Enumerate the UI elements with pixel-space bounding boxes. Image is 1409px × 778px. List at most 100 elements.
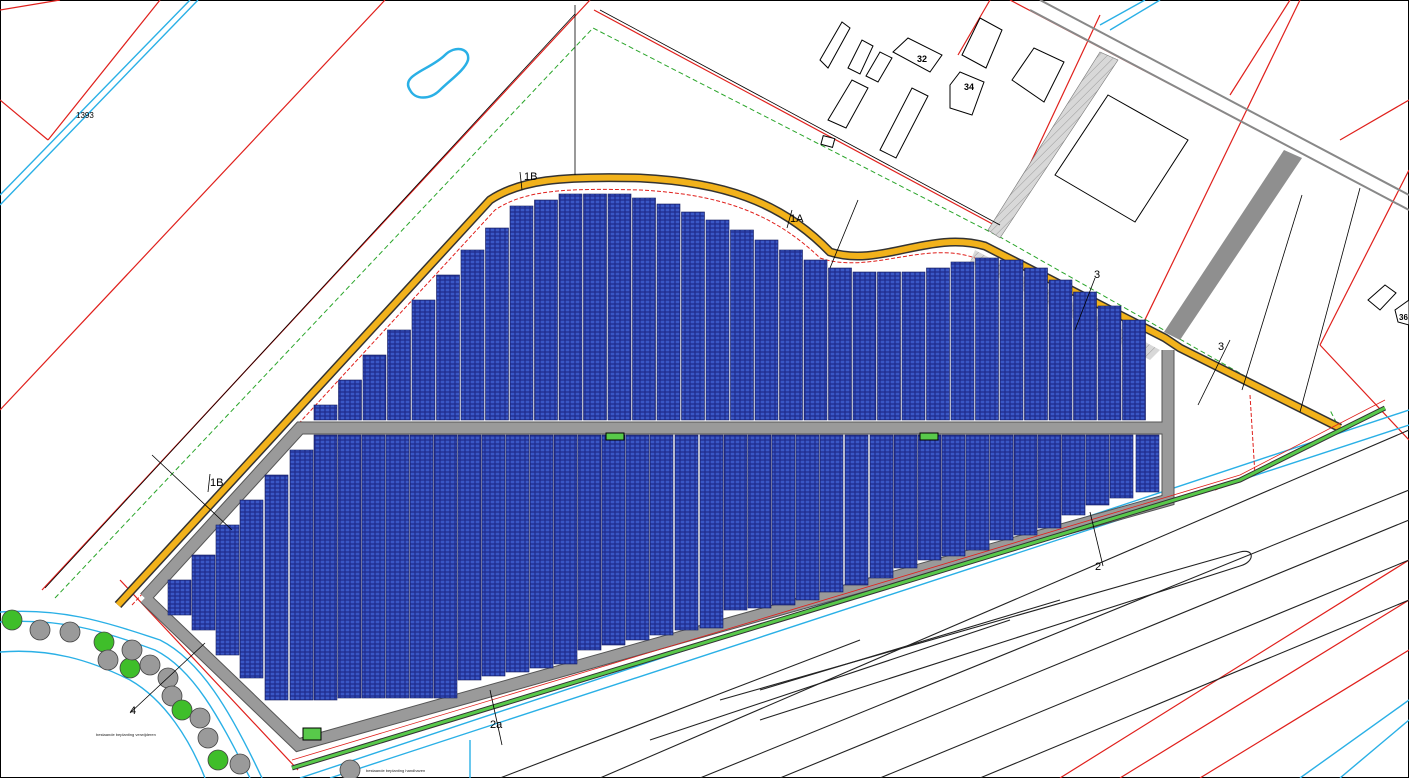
solar-panel-column (505, 434, 530, 673)
solar-panel-column (436, 274, 460, 421)
house-number: 36 (1399, 313, 1408, 322)
solar-panel-column (917, 434, 942, 561)
section-label-2a: 2a (490, 719, 503, 731)
parcel-number: 1393 (76, 111, 94, 120)
solar-panel-column (289, 449, 314, 701)
pond (406, 47, 470, 99)
tree (229, 753, 251, 775)
solar-panel-column (1061, 434, 1086, 516)
solar-panel-column (558, 193, 583, 421)
solar-panel-column (1109, 434, 1134, 499)
tree (29, 619, 51, 641)
tree (119, 657, 141, 679)
section-label-1a: 1A (790, 213, 804, 225)
solar-panel-column (433, 434, 458, 699)
section-label-3: 3 (1094, 269, 1100, 281)
solar-panel-column (989, 434, 1014, 541)
tree (97, 649, 119, 671)
solar-panel-column (819, 434, 844, 593)
solar-panel-column (625, 434, 650, 641)
solar-panel-column (534, 199, 558, 421)
tree (121, 639, 143, 661)
tree (339, 759, 361, 778)
solar-panel-column (965, 434, 990, 551)
solar-panel-column (264, 474, 289, 701)
solar-panel-column (1073, 291, 1097, 421)
solar-panel-column (457, 434, 482, 681)
solar-panel-column (844, 434, 869, 586)
solar-panel-column (167, 579, 192, 616)
solar-panel-column (385, 434, 410, 699)
transformer-station (302, 727, 322, 741)
solar-panel-column (723, 434, 748, 611)
solar-panel-column (460, 249, 485, 421)
tree (139, 654, 161, 676)
tree (189, 707, 211, 729)
solar-panels-south-field (167, 434, 1160, 701)
site-plan-map: 1393 32 34 36 1A 1B 1B 2 2a 3 3 4 bestaa… (0, 0, 1409, 778)
section-label-2: 2 (1095, 561, 1101, 573)
solar-panel-column (1013, 434, 1038, 536)
solar-panel-column (583, 193, 607, 421)
solar-panel-column (313, 434, 338, 701)
solar-panel-column (553, 434, 578, 665)
solar-panels-north-field (313, 193, 1146, 421)
solar-panel-column (803, 259, 828, 421)
solar-panel-column (387, 329, 411, 421)
solar-panel-column (485, 227, 509, 421)
solar-panel-column (481, 434, 506, 677)
solar-panel-column (730, 229, 754, 421)
solar-panel-column (607, 193, 632, 421)
solar-panel-column (239, 499, 264, 679)
solar-panel-column (674, 434, 699, 631)
section-label-3: 3 (1218, 341, 1224, 353)
solar-panel-column (754, 239, 779, 421)
house-number: 34 (964, 82, 974, 92)
solar-panel-column (852, 271, 877, 421)
solar-panel-column (601, 434, 626, 646)
solar-panel-column (1122, 319, 1146, 421)
solar-panel-column (699, 434, 724, 629)
solar-panel-column (338, 379, 362, 421)
solar-panel-column (926, 267, 950, 421)
solar-panel-column (1048, 279, 1073, 421)
site-plan-drawing: 1393 32 34 36 1A 1B 1B 2 2a 3 3 4 bestaa… (0, 0, 1409, 778)
solar-panel-column (681, 211, 705, 421)
solar-panel-column (215, 524, 240, 656)
tree (59, 621, 81, 643)
solar-panel-column (828, 267, 852, 421)
section-label-1b: 1B (210, 477, 223, 489)
solar-panel-column (362, 354, 387, 421)
solar-panel-column (1135, 434, 1160, 493)
solar-panel-column (771, 434, 796, 606)
solar-panel-column (577, 434, 602, 651)
solar-panel-column (649, 434, 674, 636)
access-road-right (1164, 150, 1302, 340)
solar-panel-column (509, 205, 534, 421)
tree (1, 609, 23, 631)
inverter-station (605, 432, 625, 441)
solar-panel-column (941, 434, 966, 557)
solar-panel-column (1037, 434, 1062, 529)
tree (171, 699, 193, 721)
solar-panel-column (411, 299, 436, 421)
inverter-station (919, 432, 939, 441)
section-label-4: 4 (130, 705, 136, 717)
solar-panel-column (1085, 434, 1110, 506)
tree (93, 631, 115, 653)
solar-panel-column (337, 434, 362, 699)
tree (207, 749, 229, 771)
solar-panel-column (529, 434, 554, 669)
solar-panel-column (313, 404, 338, 421)
solar-panel-column (632, 197, 656, 421)
solar-panel-column (795, 434, 820, 601)
house-number: 32 (917, 54, 927, 64)
solar-panel-column (747, 434, 772, 609)
solar-panel-column (1024, 267, 1048, 421)
solar-panel-column (1097, 305, 1122, 421)
solar-panel-column (950, 261, 975, 421)
solar-panel-column (893, 434, 918, 569)
solar-panel-column (779, 249, 803, 421)
solar-panel-column (975, 257, 999, 421)
solar-panel-column (705, 219, 730, 421)
